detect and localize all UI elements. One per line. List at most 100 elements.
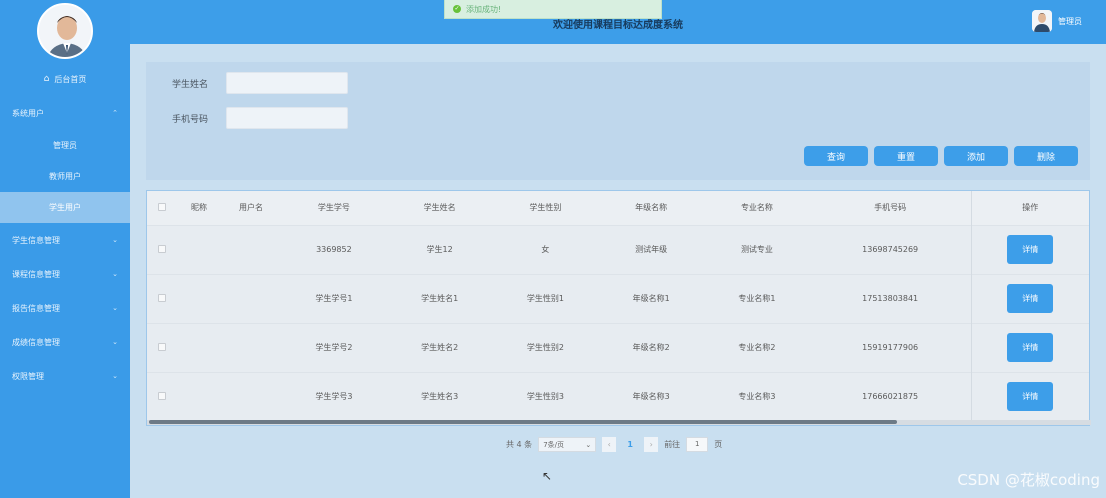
sidebar-item-label: 学生用户 xyxy=(49,203,81,212)
column-header[interactable]: 手机号码 xyxy=(809,191,971,225)
table-cell: 专业名称2 xyxy=(704,322,810,372)
table-cell: 年级名称3 xyxy=(598,371,705,421)
page-size-select[interactable]: 7条/页 ⌄ xyxy=(538,437,597,452)
delete-button[interactable]: 删除 xyxy=(1014,146,1078,166)
sidebar-item-label: 后台首页 xyxy=(54,74,87,84)
sidebar-item-permissions[interactable]: 权限管理 ⌄ xyxy=(0,359,130,393)
student-table-panel: 昵称 用户名 学生学号 学生姓名 学生性别 年级名称 专业名称 手机号码 操作 … xyxy=(146,190,1091,426)
sidebar-item-home[interactable]: ⌂ 后台首页 xyxy=(0,62,130,96)
horizontal-scrollbar[interactable] xyxy=(147,420,1091,425)
chevron-down-icon: ⌄ xyxy=(112,372,118,380)
avatar[interactable] xyxy=(37,3,93,59)
sidebar-item-student-users[interactable]: 学生用户 xyxy=(0,192,130,223)
column-header[interactable]: 年级名称 xyxy=(598,191,705,225)
sidebar-item-label: 权限管理 xyxy=(12,371,44,381)
row-checkbox[interactable] xyxy=(158,342,166,351)
operation-cell: 详情 xyxy=(970,224,1089,274)
table-cell: 学生12 xyxy=(386,224,493,274)
sidebar-item-report-info[interactable]: 报告信息管理 ⌄ xyxy=(0,291,130,325)
action-buttons: 查询 重置 添加 删除 xyxy=(804,146,1078,166)
table-row[interactable]: 3369852 学生12 女 测试年级 测试专业 13698745269 详情 xyxy=(147,224,1089,274)
student-name-field: 学生姓名 xyxy=(172,72,348,94)
query-button[interactable]: 查询 xyxy=(804,146,868,166)
column-header[interactable]: 学生学号 xyxy=(281,191,387,225)
operation-cell: 详情 xyxy=(970,371,1089,421)
detail-button[interactable]: 详情 xyxy=(1007,235,1054,264)
phone-label: 手机号码 xyxy=(172,114,209,125)
add-button[interactable]: 添加 xyxy=(944,146,1008,166)
table-row[interactable]: 学生学号1 学生姓名1 学生性别1 年级名称1 专业名称1 1751380384… xyxy=(147,273,1089,323)
student-name-input[interactable] xyxy=(226,72,348,94)
table-header-row: 昵称 用户名 学生学号 学生姓名 学生性别 年级名称 专业名称 手机号码 操作 xyxy=(147,191,1089,225)
sidebar-item-student-info[interactable]: 学生信息管理 ⌄ xyxy=(0,223,130,257)
table-cell xyxy=(221,224,281,274)
column-header[interactable]: 用户名 xyxy=(221,191,281,225)
mouse-cursor-icon: ↖ xyxy=(542,469,553,483)
detail-button[interactable]: 详情 xyxy=(1007,333,1054,362)
user-photo-icon xyxy=(39,5,91,57)
sidebar-item-teacher-users[interactable]: 教师用户 xyxy=(0,161,130,192)
table-cell: 17513803841 xyxy=(809,273,971,323)
chevron-down-icon: ⌄ xyxy=(112,270,118,278)
page-suffix: 页 xyxy=(714,440,723,449)
row-checkbox[interactable] xyxy=(158,293,166,302)
user-menu[interactable]: 管理员 xyxy=(1032,10,1082,32)
goto-page-input[interactable]: 1 xyxy=(686,437,709,452)
scrollbar-thumb[interactable] xyxy=(149,420,897,424)
table-cell xyxy=(177,322,221,372)
detail-button[interactable]: 详情 xyxy=(1007,382,1054,412)
table-row[interactable]: 学生学号3 学生姓名3 学生性别3 年级名称3 专业名称3 1766602187… xyxy=(147,371,1089,421)
table-cell: 学生学号1 xyxy=(281,273,387,323)
phone-field: 手机号码 xyxy=(172,107,348,129)
goto-label: 前往 xyxy=(664,440,681,449)
sidebar-item-label: 教师用户 xyxy=(49,172,81,181)
table-cell: 学生学号2 xyxy=(281,322,387,372)
sidebar-item-label: 课程信息管理 xyxy=(12,269,60,279)
select-all-checkbox[interactable] xyxy=(158,202,166,211)
table-cell: 年级名称2 xyxy=(598,322,705,372)
table-cell xyxy=(177,273,221,323)
home-icon: ⌂ xyxy=(43,74,50,84)
table-cell: 学生性别3 xyxy=(492,371,599,421)
phone-input[interactable] xyxy=(226,107,348,129)
table-cell: 年级名称1 xyxy=(598,273,705,323)
table-cell: 学生姓名2 xyxy=(386,322,493,372)
row-checkbox[interactable] xyxy=(158,244,166,253)
sidebar-item-admin[interactable]: 管理员 xyxy=(0,130,130,161)
table-cell: 专业名称1 xyxy=(704,273,810,323)
column-header[interactable]: 昵称 xyxy=(177,191,221,225)
student-name-label: 学生姓名 xyxy=(172,79,209,90)
student-table: 昵称 用户名 学生学号 学生姓名 学生性别 年级名称 专业名称 手机号码 操作 … xyxy=(147,191,1089,421)
chevron-down-icon: ⌄ xyxy=(112,304,118,312)
sidebar-item-label: 管理员 xyxy=(53,141,77,150)
row-checkbox[interactable] xyxy=(158,391,166,400)
column-header[interactable]: 专业名称 xyxy=(704,191,810,225)
watermark: CSDN @花椒coding xyxy=(957,471,1100,489)
detail-button[interactable]: 详情 xyxy=(1007,284,1054,313)
next-page-button[interactable]: › xyxy=(644,437,659,452)
prev-page-button[interactable]: ‹ xyxy=(602,437,617,452)
sidebar-item-label: 成绩信息管理 xyxy=(12,337,60,347)
table-row[interactable]: 学生学号2 学生姓名2 学生性别2 年级名称2 专业名称2 1591917790… xyxy=(147,322,1089,372)
sidebar-item-grade-info[interactable]: 成绩信息管理 ⌄ xyxy=(0,325,130,359)
column-header[interactable]: 学生姓名 xyxy=(386,191,493,225)
row-select-cell xyxy=(147,322,177,372)
success-toast: ✓ 添加成功! xyxy=(444,0,662,19)
reset-button[interactable]: 重置 xyxy=(874,146,938,166)
table-cell xyxy=(177,371,221,421)
sidebar-avatar-area xyxy=(0,0,130,62)
user-avatar[interactable] xyxy=(1032,10,1052,32)
page-number-button[interactable]: 1 xyxy=(622,437,638,452)
column-header[interactable]: 学生性别 xyxy=(492,191,599,225)
sidebar-item-course-info[interactable]: 课程信息管理 ⌄ xyxy=(0,257,130,291)
table-cell: 学生姓名3 xyxy=(386,371,493,421)
table-cell xyxy=(177,224,221,274)
table-cell: 13698745269 xyxy=(809,224,971,274)
total-count: 共 4 条 xyxy=(506,440,533,449)
table-cell: 专业名称3 xyxy=(704,371,810,421)
chevron-down-icon: ⌄ xyxy=(112,236,118,244)
check-circle-icon: ✓ xyxy=(453,5,461,13)
user-name: 管理员 xyxy=(1058,16,1082,26)
sidebar-item-system-users[interactable]: 系统用户 ⌃ xyxy=(0,96,130,130)
table-cell: 学生性别1 xyxy=(492,273,599,323)
